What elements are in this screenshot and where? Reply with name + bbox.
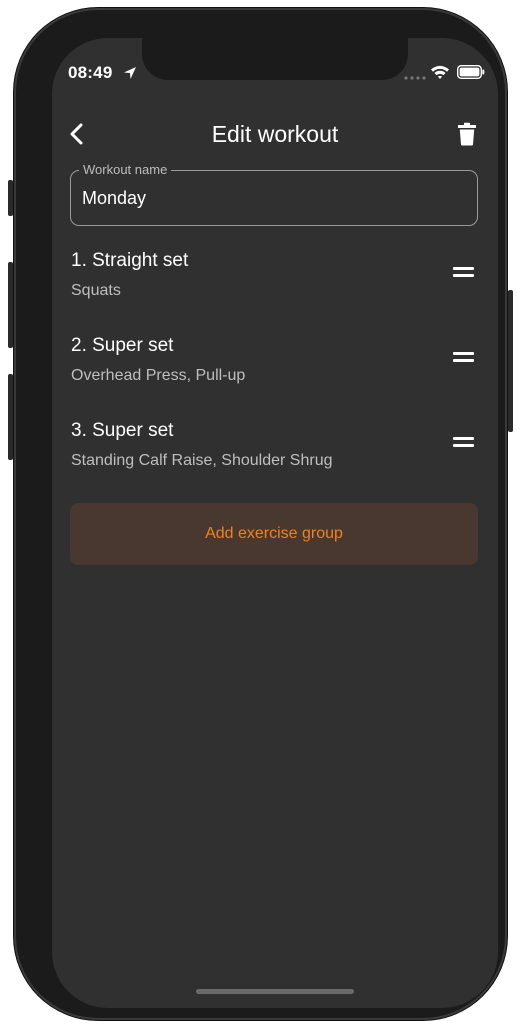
drag-handle-icon[interactable]: [453, 437, 475, 451]
drag-handle-icon[interactable]: [453, 352, 475, 366]
exercise-group-item[interactable]: 3. Super set Standing Calf Raise, Should…: [71, 420, 481, 480]
volume-down-button: [8, 374, 13, 460]
exercise-group-item[interactable]: 1. Straight set Squats: [71, 250, 481, 310]
exercise-group-exercises: Overhead Press, Pull-up: [71, 367, 246, 384]
exercise-group-title: 3. Super set: [71, 420, 174, 441]
power-button: [508, 290, 513, 432]
location-arrow-icon: [124, 67, 136, 79]
trash-icon[interactable]: [456, 122, 478, 146]
notch: [142, 38, 408, 80]
exercise-group-item[interactable]: 2. Super set Overhead Press, Pull-up: [71, 335, 481, 395]
workout-name-field[interactable]: Workout name Monday: [70, 162, 478, 226]
workout-name-input[interactable]: Monday: [82, 188, 146, 209]
exercise-group-exercises: Squats: [71, 282, 121, 299]
signal-dots-icon: [404, 76, 426, 80]
status-time: 08:49: [68, 63, 113, 82]
battery-icon: [457, 65, 485, 79]
app-screen: 08:49 Edit workout Workout name Monday 1…: [52, 38, 498, 1008]
navigation-bar: Edit workout: [52, 112, 498, 156]
exercise-group-title: 2. Super set: [71, 335, 174, 356]
add-exercise-group-button[interactable]: Add exercise group: [70, 503, 478, 565]
silent-switch: [8, 180, 13, 216]
page-title: Edit workout: [211, 121, 339, 147]
exercise-group-title: 1. Straight set: [71, 250, 189, 271]
volume-up-button: [8, 262, 13, 348]
phone-frame: 08:49 Edit workout Workout name Monday 1…: [8, 8, 513, 1020]
workout-name-label: Workout name: [79, 162, 172, 177]
drag-handle-icon[interactable]: [453, 267, 475, 281]
wifi-icon: [431, 65, 449, 79]
home-indicator[interactable]: [196, 989, 354, 994]
exercise-group-exercises: Standing Calf Raise, Shoulder Shrug: [71, 452, 333, 469]
